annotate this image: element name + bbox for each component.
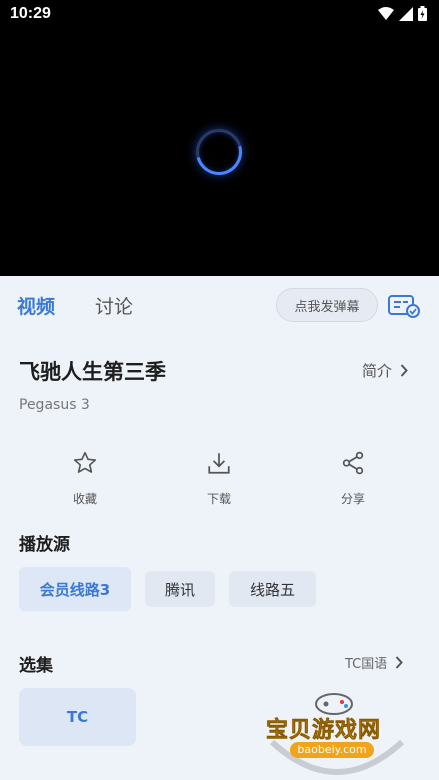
signal-icon	[399, 6, 413, 21]
watermark-text: 宝贝游戏网	[266, 718, 382, 744]
source-chip-line-5[interactable]: 线路五	[229, 571, 316, 607]
danmaku-settings-icon[interactable]	[388, 294, 420, 318]
share-label: 分享	[340, 492, 365, 506]
sources-title: 播放源	[19, 535, 70, 555]
tab-discussion[interactable]: 讨论	[95, 292, 133, 319]
battery-icon	[418, 6, 427, 21]
intro-label: 简介	[362, 362, 393, 380]
wifi-icon	[378, 6, 394, 20]
tab-video[interactable]: 视频	[17, 292, 55, 319]
favorite-label: 收藏	[72, 492, 97, 506]
video-player[interactable]	[0, 30, 439, 276]
episodes-title: 选集	[19, 656, 53, 676]
language-label: TC国语	[345, 657, 388, 672]
loading-spinner-icon	[187, 120, 251, 184]
download-icon	[208, 453, 230, 474]
download-button[interactable]: 下载	[179, 450, 259, 507]
send-danmaku-button[interactable]: 点我发弹幕	[276, 288, 378, 322]
star-icon	[73, 451, 97, 473]
episode-chip-tc[interactable]: TC	[19, 688, 136, 746]
share-button[interactable]: 分享	[313, 450, 393, 507]
chevron-right-icon	[396, 656, 404, 669]
status-bar: 10:29	[0, 0, 439, 30]
tab-bar: 视频 讨论 点我发弹幕	[0, 276, 439, 334]
source-chip-tencent[interactable]: 腾讯	[145, 571, 215, 607]
favorite-button[interactable]: 收藏	[45, 450, 125, 507]
show-title: 飞驰人生第三季	[19, 360, 166, 384]
source-chip-member-3[interactable]: 会员线路3	[19, 567, 131, 611]
language-selector[interactable]: TC国语	[345, 653, 404, 672]
status-time: 10:29	[10, 5, 51, 22]
show-subtitle: Pegasus 3	[19, 397, 90, 413]
share-icon	[342, 451, 364, 475]
download-label: 下载	[206, 492, 231, 506]
chevron-right-icon	[400, 364, 408, 377]
intro-link[interactable]: 简介	[362, 360, 408, 381]
watermark-url: baobeiy.com	[290, 742, 374, 758]
